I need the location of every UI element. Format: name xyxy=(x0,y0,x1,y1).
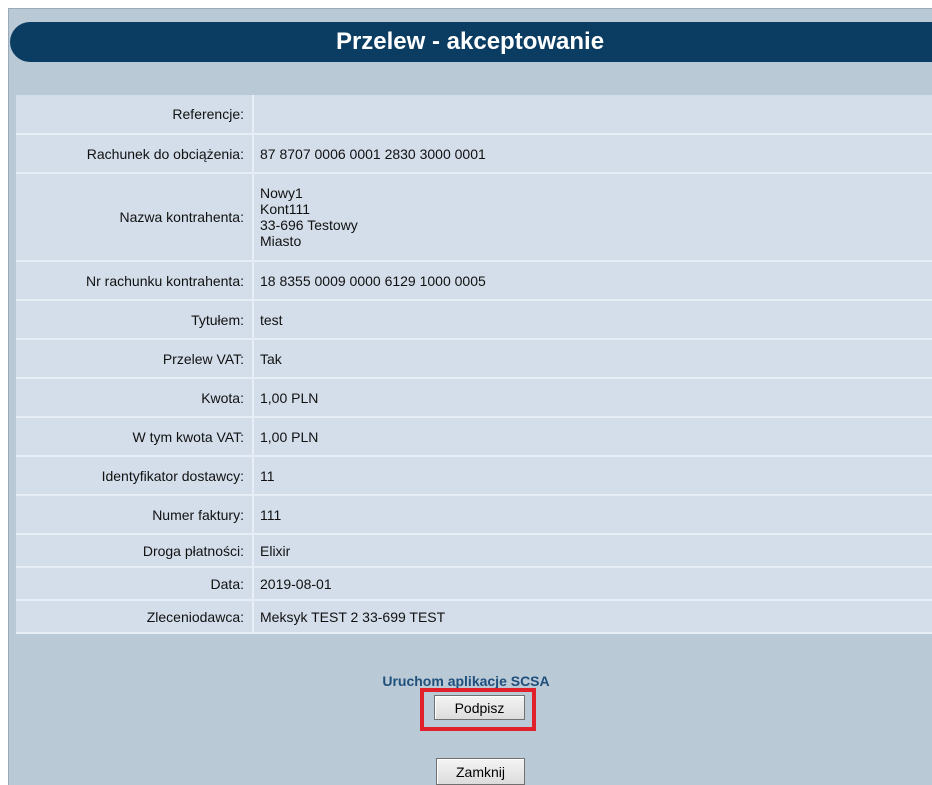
field-label: Tytułem: xyxy=(16,300,254,340)
launch-scsa-link[interactable]: Uruchom aplikacje SCSA xyxy=(0,673,932,689)
field-label: Kwota: xyxy=(16,378,254,418)
table-row: W tym kwota VAT: 1,00 PLN xyxy=(16,417,932,457)
field-label: Nr rachunku kontrahenta: xyxy=(16,261,254,301)
field-label: W tym kwota VAT: xyxy=(16,417,254,457)
field-value: Tak xyxy=(253,339,932,379)
field-label: Droga płatności: xyxy=(16,534,254,568)
field-value: 1,00 PLN xyxy=(253,378,932,418)
field-label: Referencje: xyxy=(16,95,254,135)
table-row: Nr rachunku kontrahenta: 18 8355 0009 00… xyxy=(16,261,932,301)
field-label: Identyfikator dostawcy: xyxy=(16,456,254,496)
field-value xyxy=(253,95,932,135)
field-label: Rachunek do obciążenia: xyxy=(16,134,254,174)
field-label: Numer faktury: xyxy=(16,495,254,535)
close-button[interactable]: Zamknij xyxy=(436,758,525,785)
field-label: Nazwa kontrahenta: xyxy=(16,173,254,262)
field-value: Elixir xyxy=(253,534,932,568)
table-row: Kwota: 1,00 PLN xyxy=(16,378,932,418)
field-label: Zleceniodawca: xyxy=(16,600,254,634)
address-line: 33-696 Testowy xyxy=(260,217,358,233)
address-line: Miasto xyxy=(260,233,302,249)
field-value: 111 xyxy=(253,495,932,535)
page-title: Przelew - akceptowanie xyxy=(10,22,932,62)
field-value: 87 8707 0006 0001 2830 3000 0001 xyxy=(253,134,932,174)
table-row: Identyfikator dostawcy: 11 xyxy=(16,456,932,496)
field-value: 1,00 PLN xyxy=(253,417,932,457)
field-label: Data: xyxy=(16,567,254,601)
table-row: Nazwa kontrahenta: Nowy1 Kont111 33-696 … xyxy=(16,173,932,262)
table-row: Data: 2019-08-01 xyxy=(16,567,932,601)
field-label: Przelew VAT: xyxy=(16,339,254,379)
table-row: Numer faktury: 111 xyxy=(16,495,932,535)
address-line: Nowy1 xyxy=(260,185,303,201)
field-value: 11 xyxy=(253,456,932,496)
table-row: Zleceniodawca: Meksyk TEST 2 33-699 TEST xyxy=(16,600,932,634)
field-value: test xyxy=(253,300,932,340)
sign-button[interactable]: Podpisz xyxy=(434,695,525,720)
address-line: Kont111 xyxy=(260,201,311,217)
transfer-details-table: Referencje: Rachunek do obciążenia: 87 8… xyxy=(16,95,932,634)
field-value: Meksyk TEST 2 33-699 TEST xyxy=(253,600,932,634)
field-value: 18 8355 0009 0000 6129 1000 0005 xyxy=(253,261,932,301)
table-row: Przelew VAT: Tak xyxy=(16,339,932,379)
table-row: Droga płatności: Elixir xyxy=(16,534,932,568)
table-row: Tytułem: test xyxy=(16,300,932,340)
table-row: Referencje: xyxy=(16,95,932,135)
field-value-multiline: Nowy1 Kont111 33-696 Testowy Miasto xyxy=(253,173,932,262)
table-row: Rachunek do obciążenia: 87 8707 0006 000… xyxy=(16,134,932,174)
field-value: 2019-08-01 xyxy=(253,567,932,601)
